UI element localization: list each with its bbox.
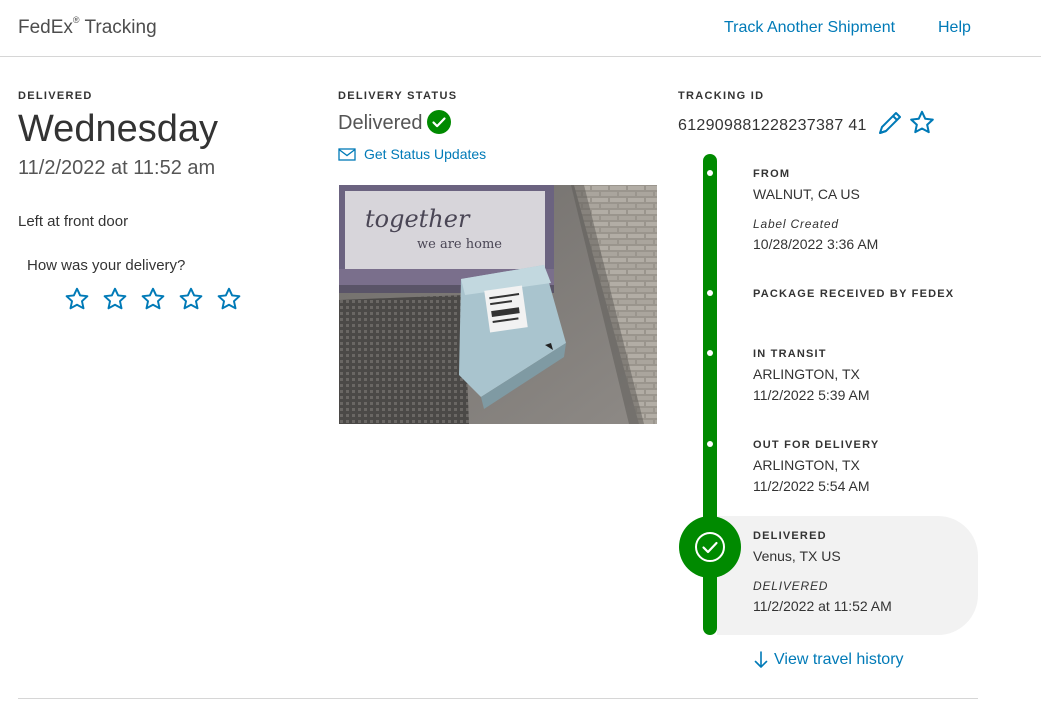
delivered-label: DELIVERED xyxy=(18,90,93,102)
view-travel-history-label: View travel history xyxy=(774,651,904,668)
rating-prompt: How was your delivery? xyxy=(27,257,186,274)
brand-suffix: Tracking xyxy=(84,17,157,38)
delivery-day: Wednesday xyxy=(18,108,218,150)
event-datetime: 10/28/2022 3:36 AM xyxy=(753,236,879,252)
delivery-photo-image: together we are home xyxy=(339,185,657,424)
brand-name: FedEx xyxy=(18,17,73,38)
event-title: FROM xyxy=(753,168,791,180)
star-outline-icon[interactable] xyxy=(908,109,936,136)
event-datetime: 11/2/2022 5:39 AM xyxy=(753,387,870,403)
event-status: Label Created xyxy=(753,217,839,231)
get-status-updates-label: Get Status Updates xyxy=(364,146,487,162)
event-title: IN TRANSIT xyxy=(753,348,827,360)
rating-star-5-icon[interactable] xyxy=(216,286,242,312)
tracking-id-value: 612909881228237387 41 xyxy=(678,117,867,134)
delivery-status-label: DELIVERY STATUS xyxy=(338,90,458,102)
event-title: PACKAGE RECEIVED BY FEDEX xyxy=(753,288,955,300)
tracking-id-label: TRACKING ID xyxy=(678,90,765,102)
timeline-dot xyxy=(707,441,713,447)
event-location: WALNUT, CA US xyxy=(753,186,860,202)
rating-star-4-icon[interactable] xyxy=(178,286,204,312)
rating-stars xyxy=(64,286,242,312)
timeline-dot xyxy=(707,170,713,176)
event-location: ARLINGTON, TX xyxy=(753,366,860,382)
event-location: Venus, TX US xyxy=(753,548,841,564)
event-datetime: 11/2/2022 5:54 AM xyxy=(753,478,870,494)
get-status-updates-link[interactable]: Get Status Updates xyxy=(338,146,486,162)
rating-star-1-icon[interactable] xyxy=(64,286,90,312)
delivery-datetime: 11/2/2022 at 11:52 am xyxy=(18,157,216,179)
event-location: ARLINGTON, TX xyxy=(753,457,860,473)
brand-title: FedEx® Tracking xyxy=(18,14,157,39)
delivered-check-icon xyxy=(679,516,741,578)
bottom-divider xyxy=(18,698,978,699)
doormat-text-2: we are home xyxy=(417,237,502,252)
rating-star-2-icon[interactable] xyxy=(102,286,128,312)
arrow-down-icon xyxy=(754,651,768,668)
help-link[interactable]: Help xyxy=(938,19,971,37)
delivery-photo: together we are home xyxy=(339,185,657,424)
top-header: FedEx® Tracking Track Another Shipment H… xyxy=(0,0,1041,57)
event-datetime: 11/2/2022 at 11:52 AM xyxy=(753,598,892,614)
doormat-text-1: together xyxy=(365,205,471,233)
pencil-icon[interactable] xyxy=(877,110,905,136)
event-title: OUT FOR DELIVERY xyxy=(753,439,880,451)
timeline-dot xyxy=(707,350,713,356)
delivery-note: Left at front door xyxy=(18,213,129,230)
timeline-dot xyxy=(707,290,713,296)
event-status: DELIVERED xyxy=(753,579,829,593)
check-circle-icon xyxy=(427,110,451,134)
registered-mark: ® xyxy=(72,14,80,25)
rating-star-3-icon[interactable] xyxy=(140,286,166,312)
track-another-shipment-link[interactable]: Track Another Shipment xyxy=(724,19,895,37)
view-travel-history-link[interactable]: View travel history xyxy=(754,651,904,669)
event-title: DELIVERED xyxy=(753,530,827,542)
envelope-icon xyxy=(338,147,356,161)
delivery-status-value: Delivered xyxy=(338,112,423,134)
